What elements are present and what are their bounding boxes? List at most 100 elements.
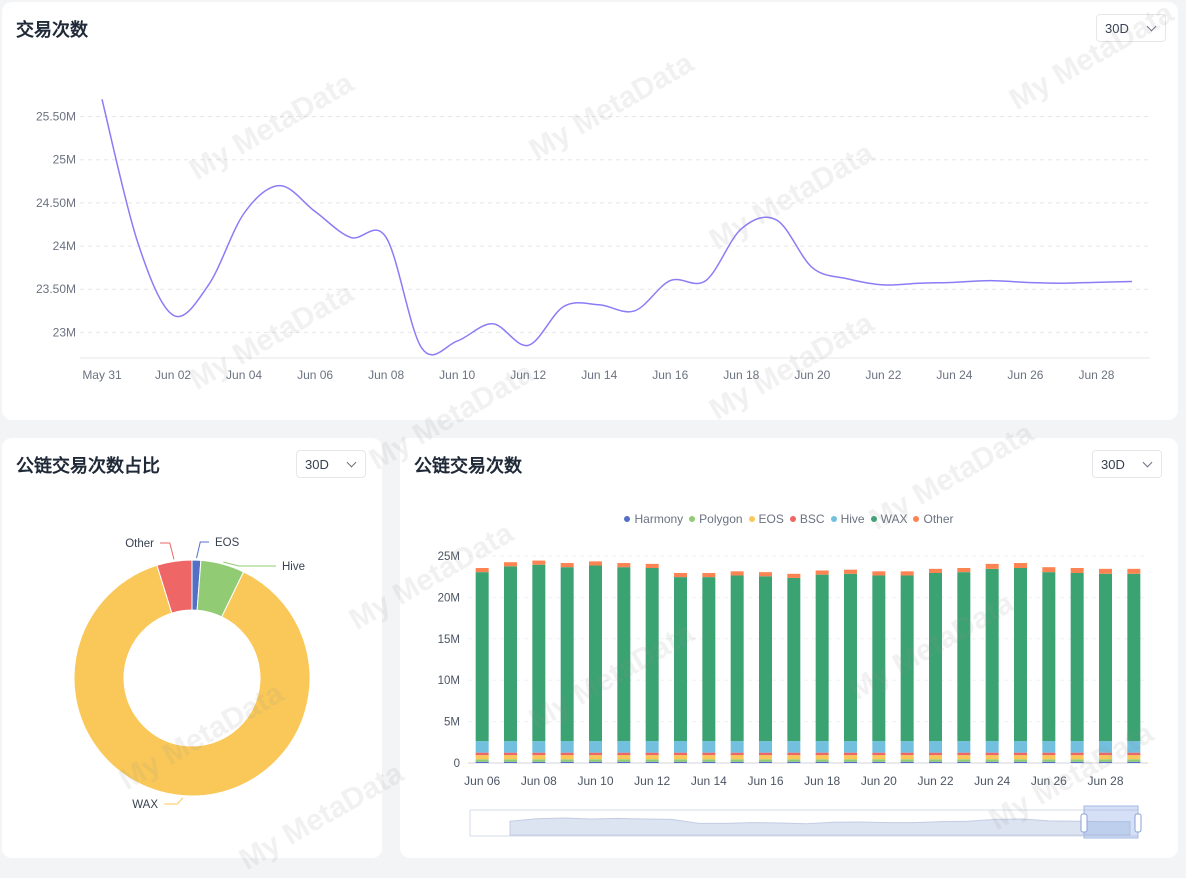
bar-segment-polygon (674, 759, 687, 762)
y-tick-label: 10M (438, 675, 460, 687)
bar-segment-bsc (815, 752, 829, 756)
bar-segment-harmony (957, 761, 971, 763)
bar-segment-hive (504, 741, 517, 753)
bar-segment-wax (730, 575, 744, 742)
bar-segment-hive (957, 741, 971, 753)
y-tick-label: 5M (444, 717, 460, 729)
x-tick-label: Jun 18 (804, 774, 840, 788)
bar-segment-harmony (560, 761, 574, 763)
zoom-handle-left[interactable] (1080, 813, 1088, 833)
bar-segment-wax (1099, 573, 1112, 742)
bar-segment-other (504, 562, 517, 567)
x-tick-label: Jun 22 (865, 368, 901, 382)
bar-segment-wax (1127, 573, 1141, 742)
slice-label: WAX (132, 799, 158, 811)
bar-segment-polygon (1042, 759, 1056, 762)
bar-segment-hive (1042, 741, 1056, 753)
x-tick-label: Jun 12 (634, 774, 670, 788)
bar-segment-other (1042, 567, 1056, 573)
bar-segment-bsc (730, 752, 744, 756)
bar-segment-other (617, 563, 631, 568)
slice-label: Hive (282, 561, 305, 573)
bar-segment-polygon (560, 759, 574, 762)
bar-segment-eos (475, 755, 489, 760)
bar-segment-harmony (475, 761, 489, 763)
bar-segment-wax (929, 572, 942, 742)
x-tick-label: Jun 16 (652, 368, 688, 382)
x-tick-label: Jun 14 (691, 774, 727, 788)
bar-segment-hive (730, 741, 744, 753)
bar-segment-harmony (674, 761, 687, 763)
bar-segment-other (560, 563, 574, 568)
x-tick-label: Jun 26 (1007, 368, 1043, 382)
y-tick-label: 25M (53, 153, 76, 167)
bar-segment-eos (815, 755, 829, 760)
x-tick-label: Jun 10 (439, 368, 475, 382)
bar-segment-bsc (475, 752, 489, 756)
bar-segment-bsc (504, 752, 517, 756)
x-tick-label: Jun 24 (974, 774, 1010, 788)
bar-segment-bsc (589, 752, 602, 756)
bar-segment-other (787, 573, 801, 578)
bar-segment-harmony (504, 761, 517, 763)
bar-segment-harmony (1042, 761, 1056, 763)
bar-segment-other (475, 568, 489, 573)
bar-segment-hive (475, 741, 489, 753)
bar-segment-hive (1099, 741, 1112, 753)
bar-segment-polygon (1099, 759, 1112, 762)
bar-segment-hive (787, 741, 801, 753)
x-tick-label: Jun 28 (1087, 774, 1123, 788)
bar-segment-harmony (532, 761, 546, 763)
y-tick-label: 25.50M (36, 110, 76, 124)
bar-segment-bsc (844, 752, 857, 756)
chain-transactions-card: 公链交易次数 30D Harmony Polygon EOS BSC Hive WAX Ot… (400, 438, 1178, 858)
bar-segment-other (645, 563, 659, 569)
chain-share-card: 公链交易次数占比 30D EOS Hive WAX Other (2, 438, 382, 858)
bar-segment-wax (560, 567, 574, 742)
bar-segment-bsc (1042, 752, 1056, 756)
bar-segment-hive (1014, 741, 1027, 753)
bar-segment-harmony (1070, 761, 1084, 763)
bar-segment-polygon (900, 759, 914, 762)
bar-segment-eos (900, 755, 914, 760)
bar-segment-harmony (645, 761, 659, 763)
bar-segment-eos (787, 755, 801, 760)
bar-segment-other (1014, 563, 1027, 569)
bar-segment-polygon (504, 759, 517, 762)
bar-segment-eos (844, 755, 857, 760)
bar-segment-polygon (844, 759, 857, 762)
bar-segment-hive (532, 741, 546, 753)
data-zoom-slider[interactable] (469, 805, 1142, 839)
bar-segment-eos (1099, 755, 1112, 760)
bar-segment-bsc (1127, 752, 1141, 756)
bar-segment-hive (1127, 741, 1141, 753)
x-tick-label: Jun 22 (917, 774, 953, 788)
bar-segment-eos (589, 755, 602, 760)
bar-segment-wax (617, 567, 631, 742)
bar-segment-harmony (900, 761, 914, 763)
x-tick-label: May 31 (82, 368, 122, 382)
bar-segment-hive (617, 741, 631, 753)
bar-segment-polygon (589, 759, 602, 762)
bar-segment-harmony (1127, 761, 1141, 763)
bar-segment-eos (985, 755, 999, 760)
bar-segment-bsc (787, 752, 801, 756)
bar-segment-bsc (759, 752, 772, 756)
y-tick-label: 23M (53, 325, 76, 339)
bar-segment-hive (900, 741, 914, 753)
bar-segment-wax (787, 577, 801, 742)
bar-segment-eos (674, 755, 687, 760)
x-tick-label: Jun 10 (577, 774, 613, 788)
chain-share-donut-chart: EOS Hive WAX Other (73, 537, 311, 811)
bar-segment-wax (844, 573, 857, 742)
bar-segment-eos (872, 755, 886, 760)
x-tick-label: Jun 20 (794, 368, 830, 382)
bar-segment-polygon (730, 759, 744, 762)
y-tick-label: 15M (438, 634, 460, 646)
bar-segment-eos (759, 755, 772, 760)
bar-segment-wax (759, 576, 772, 742)
bar-segment-polygon (815, 759, 829, 762)
zoom-handle-right[interactable] (1134, 813, 1142, 833)
bar-segment-hive (844, 741, 857, 753)
bar-segment-bsc (1099, 752, 1112, 756)
